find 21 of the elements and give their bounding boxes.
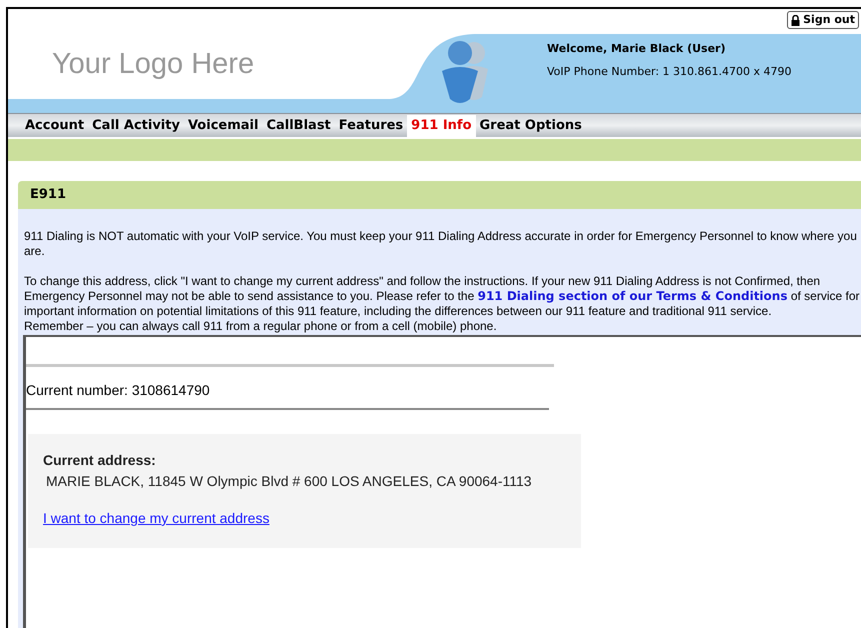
- address-text: MARIE BLACK, 11845 W Olympic Blvd # 600 LOS ANGELES, CA 90064-1113: [45, 472, 533, 491]
- address-label: Current address:: [43, 451, 157, 470]
- terms-link[interactable]: 911 Dialing section of our Terms & Conditions: [478, 289, 788, 303]
- lock-icon: [791, 14, 800, 26]
- welcome-text: Welcome, Marie Black (User): [547, 41, 726, 57]
- phone-number-text: VoIP Phone Number: 1 310.861.4700 x 4790: [547, 64, 792, 80]
- current-number-text: Current number: 3108614790: [26, 381, 211, 400]
- reminder-text: Remember – you can always call 911 from a regular phone or from a cell (mobile) phone.: [24, 319, 498, 334]
- nav-tab[interactable]: Account: [21, 115, 88, 137]
- sign-out-button[interactable]: Sign out: [787, 11, 859, 29]
- nav-tab[interactable]: Features: [334, 115, 408, 137]
- nav-tab[interactable]: Voicemail: [184, 115, 262, 137]
- nav-tab[interactable]: 911 Info: [407, 115, 476, 137]
- panel-title: E911: [18, 181, 861, 209]
- nav-tab[interactable]: CallBlast: [262, 115, 335, 137]
- change-paragraph: To change this address, click "I want to change my current address" and follow the instructions. If your new 911 Dialing Address is not Confirmed, then Emergency Personnel may not be able to send assistance to you. Please refer to the 911 Dialing section of our Terms & Conditions of service for important information on potential limitations of this 911 feature, including the differences between our 911 feature and traditional 911 service.: [24, 274, 860, 319]
- logo-text: Your Logo Here: [52, 47, 256, 82]
- nav-tab[interactable]: Great Options: [476, 115, 586, 137]
- nav-tab[interactable]: Call Activity: [88, 115, 184, 137]
- intro-paragraph: 911 Dialing is NOT automatic with your VoIP service. You must keep your 911 Dialing Address accurate in order for Emergency Personnel to know where you are.: [24, 229, 858, 259]
- change-address-link[interactable]: I want to change my current address: [43, 508, 270, 529]
